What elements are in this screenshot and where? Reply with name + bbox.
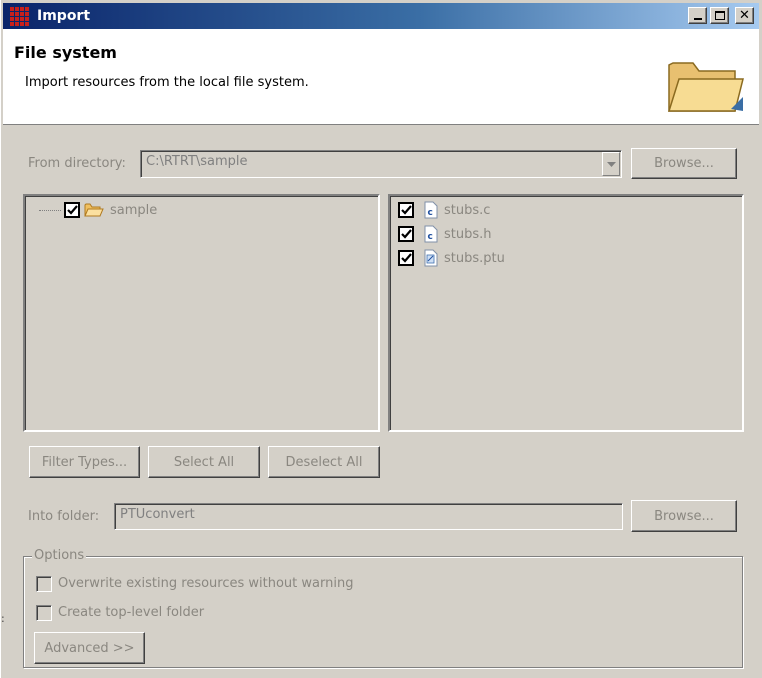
close-button[interactable]: ✕: [735, 7, 754, 24]
svg-text:c: c: [428, 232, 433, 242]
create-folder-label: Create top-level folder: [58, 605, 205, 620]
page-description: Import resources from the local file sys…: [25, 75, 309, 90]
title-bar[interactable]: Import ✕: [3, 3, 759, 29]
file-item-stubs-ptu[interactable]: stubs.ptu: [398, 249, 505, 267]
c-file-icon: c: [424, 225, 438, 243]
file-item-label: stubs.h: [444, 226, 492, 242]
browse-folder-button[interactable]: Browse...: [631, 500, 737, 532]
folder-open-icon: [84, 203, 104, 217]
into-folder-value: PTUconvert: [120, 507, 195, 522]
filter-types-button[interactable]: Filter Types...: [29, 446, 140, 478]
options-group: Options Overwrite existing resources wit…: [23, 548, 743, 668]
file-list[interactable]: c stubs.c c stubs.h stubs.ptu: [388, 194, 744, 432]
edge-marker: :: [1, 612, 5, 625]
tree-item-label: sample: [110, 202, 158, 218]
close-icon: ✕: [739, 8, 750, 23]
wizard-header: File system Import resources from the lo…: [3, 29, 759, 125]
import-dialog: Import ✕ File system Import resources fr…: [0, 0, 762, 678]
tree-item-sample[interactable]: sample: [39, 202, 157, 218]
overwrite-checkbox[interactable]: [36, 576, 52, 592]
c-file-icon: c: [424, 201, 438, 219]
browse-directory-button[interactable]: Browse...: [631, 148, 737, 179]
from-directory-value: C:\RTRT\sample: [146, 154, 248, 169]
from-directory-combo[interactable]: C:\RTRT\sample: [140, 150, 622, 178]
svg-text:c: c: [428, 208, 433, 218]
file-item-label: stubs.ptu: [444, 250, 505, 266]
minimize-icon: [693, 18, 702, 20]
overwrite-label: Overwrite existing resources without war…: [58, 576, 354, 591]
maximize-icon: [714, 11, 725, 20]
minimize-button[interactable]: [688, 7, 707, 24]
checkbox-stubs-ptu[interactable]: [398, 250, 414, 266]
select-all-button[interactable]: Select All: [148, 446, 260, 478]
into-folder-label: Into folder:: [28, 509, 100, 524]
folder-tree[interactable]: sample: [23, 194, 380, 432]
checkbox-stubs-c[interactable]: [398, 202, 414, 218]
advanced-button[interactable]: Advanced >>: [34, 632, 145, 664]
create-folder-checkbox[interactable]: [36, 605, 52, 621]
page-title: File system: [14, 43, 117, 62]
window-title: Import: [37, 8, 91, 24]
maximize-button[interactable]: [710, 7, 729, 24]
file-item-stubs-h[interactable]: c stubs.h: [398, 225, 492, 243]
options-group-title: Options: [32, 548, 87, 563]
folder-banner-icon: [667, 62, 744, 112]
file-item-stubs-c[interactable]: c stubs.c: [398, 201, 490, 219]
tree-connector: [39, 209, 61, 211]
chevron-down-icon[interactable]: [602, 152, 620, 176]
deselect-all-button[interactable]: Deselect All: [268, 446, 380, 478]
app-grid-icon: [10, 7, 29, 26]
file-item-label: stubs.c: [444, 202, 491, 218]
checkbox-stubs-h[interactable]: [398, 226, 414, 242]
checkbox-sample[interactable]: [64, 202, 80, 218]
into-folder-input[interactable]: PTUconvert: [114, 503, 623, 530]
ptu-file-icon: [424, 249, 438, 267]
from-directory-label: From directory:: [28, 156, 126, 171]
